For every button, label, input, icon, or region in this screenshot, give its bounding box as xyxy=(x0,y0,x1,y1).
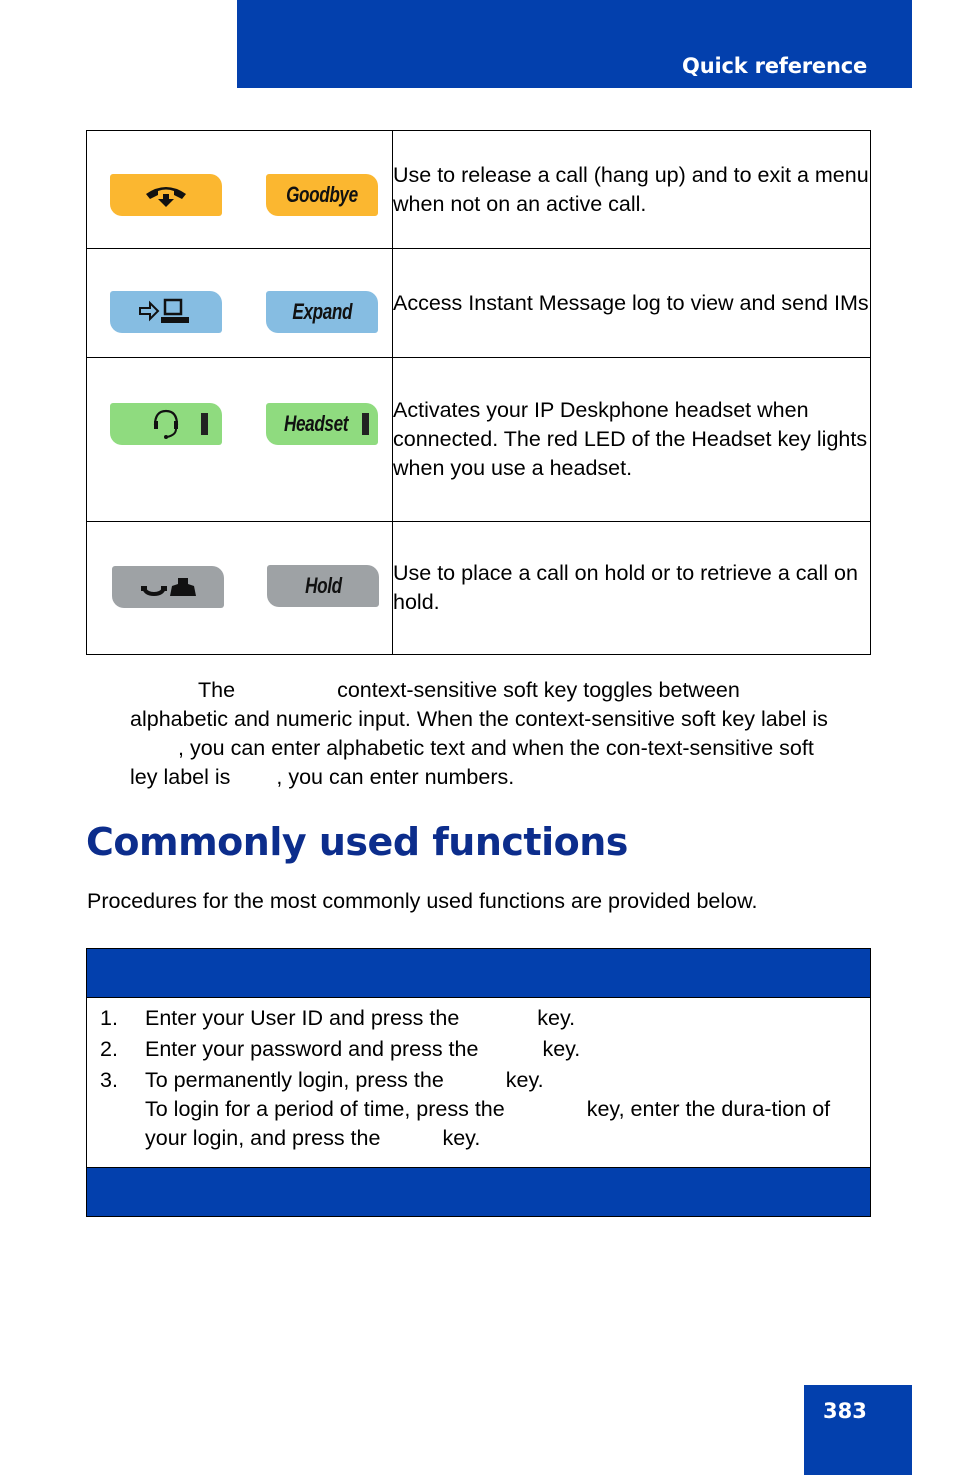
step-text-timed: To login for a period of time, press the xyxy=(145,1097,505,1121)
step-text-end: key. xyxy=(505,1068,544,1092)
goodbye-key xyxy=(110,174,222,216)
step-text: Enter your password and press the xyxy=(145,1037,479,1061)
headset-key-label: Headset xyxy=(284,411,349,436)
page-number: 383 xyxy=(823,1399,867,1423)
key-images-cell: Headset xyxy=(86,357,393,522)
led-indicator-icon xyxy=(201,413,208,435)
goodbye-handset-icon xyxy=(143,182,189,208)
step-text: To permanently login, press the xyxy=(145,1068,444,1092)
procedure-step: 1. Enter your User ID and press the key. xyxy=(100,1004,856,1033)
step-number: 3. xyxy=(100,1068,118,1092)
note-text-1: The xyxy=(198,678,236,702)
headset-softkey: Headset xyxy=(266,403,378,445)
step-text: Enter your User ID and press the xyxy=(145,1006,460,1030)
goodbye-softkey: Goodbye xyxy=(266,174,378,216)
table-row: Expand Access Instant Message log to vie… xyxy=(86,248,871,358)
procedure-footer-band xyxy=(87,1167,870,1216)
step-text-timed-end: key. xyxy=(442,1126,481,1150)
procedure-step: 3. To permanently login, press the key. T… xyxy=(100,1066,856,1153)
step-text-end: key. xyxy=(537,1006,576,1030)
key-description: Activates your IP Deskphone headset when… xyxy=(392,357,871,522)
key-description: Use to release a call (hang up) and to e… xyxy=(392,130,871,249)
toggle-note: The context-sensitive soft key toggles be… xyxy=(130,676,830,792)
expand-key-label: Expand xyxy=(292,299,352,324)
expand-key xyxy=(110,291,222,333)
table-row: Hold Use to place a call on hold or to r… xyxy=(86,521,871,655)
key-images-cell: Expand xyxy=(86,248,393,358)
key-description: Use to place a call on hold or to retrie… xyxy=(392,521,871,655)
table-row: Headset Activates your IP Deskphone head… xyxy=(86,357,871,522)
hold-softkey: Hold xyxy=(267,565,379,607)
section-heading: Commonly used functions xyxy=(86,820,628,864)
key-images-cell: Hold xyxy=(86,521,393,655)
page-number-box: 383 xyxy=(804,1385,912,1475)
procedure-steps: 1. Enter your User ID and press the key. … xyxy=(87,998,870,1167)
step-number: 1. xyxy=(100,1006,118,1030)
hold-icon xyxy=(138,574,198,600)
header-band: Quick reference xyxy=(237,0,912,88)
goodbye-key-label: Goodbye xyxy=(286,182,358,207)
hold-key xyxy=(112,566,224,608)
step-number: 2. xyxy=(100,1037,118,1061)
note-text-4: , you can enter numbers. xyxy=(276,765,515,789)
headset-key xyxy=(110,403,222,445)
section-intro: Procedures for the most commonly used fu… xyxy=(87,889,758,913)
table-row: Goodbye Use to release a call (hang up) … xyxy=(86,130,871,249)
led-indicator-icon xyxy=(361,413,369,435)
hold-key-label: Hold xyxy=(304,573,342,598)
expand-softkey: Expand xyxy=(266,291,378,333)
headset-icon xyxy=(151,407,181,441)
key-description: Access Instant Message log to view and s… xyxy=(392,248,871,358)
procedure-step: 2. Enter your password and press the key. xyxy=(100,1035,856,1064)
expand-im-icon xyxy=(138,298,194,326)
header-title: Quick reference xyxy=(682,54,867,78)
login-procedure-table: 1. Enter your User ID and press the key. … xyxy=(86,948,871,1217)
key-reference-table: Goodbye Use to release a call (hang up) … xyxy=(86,130,871,655)
procedure-header-band xyxy=(87,949,870,998)
key-images-cell: Goodbye xyxy=(86,130,393,249)
step-text-end: key. xyxy=(542,1037,581,1061)
